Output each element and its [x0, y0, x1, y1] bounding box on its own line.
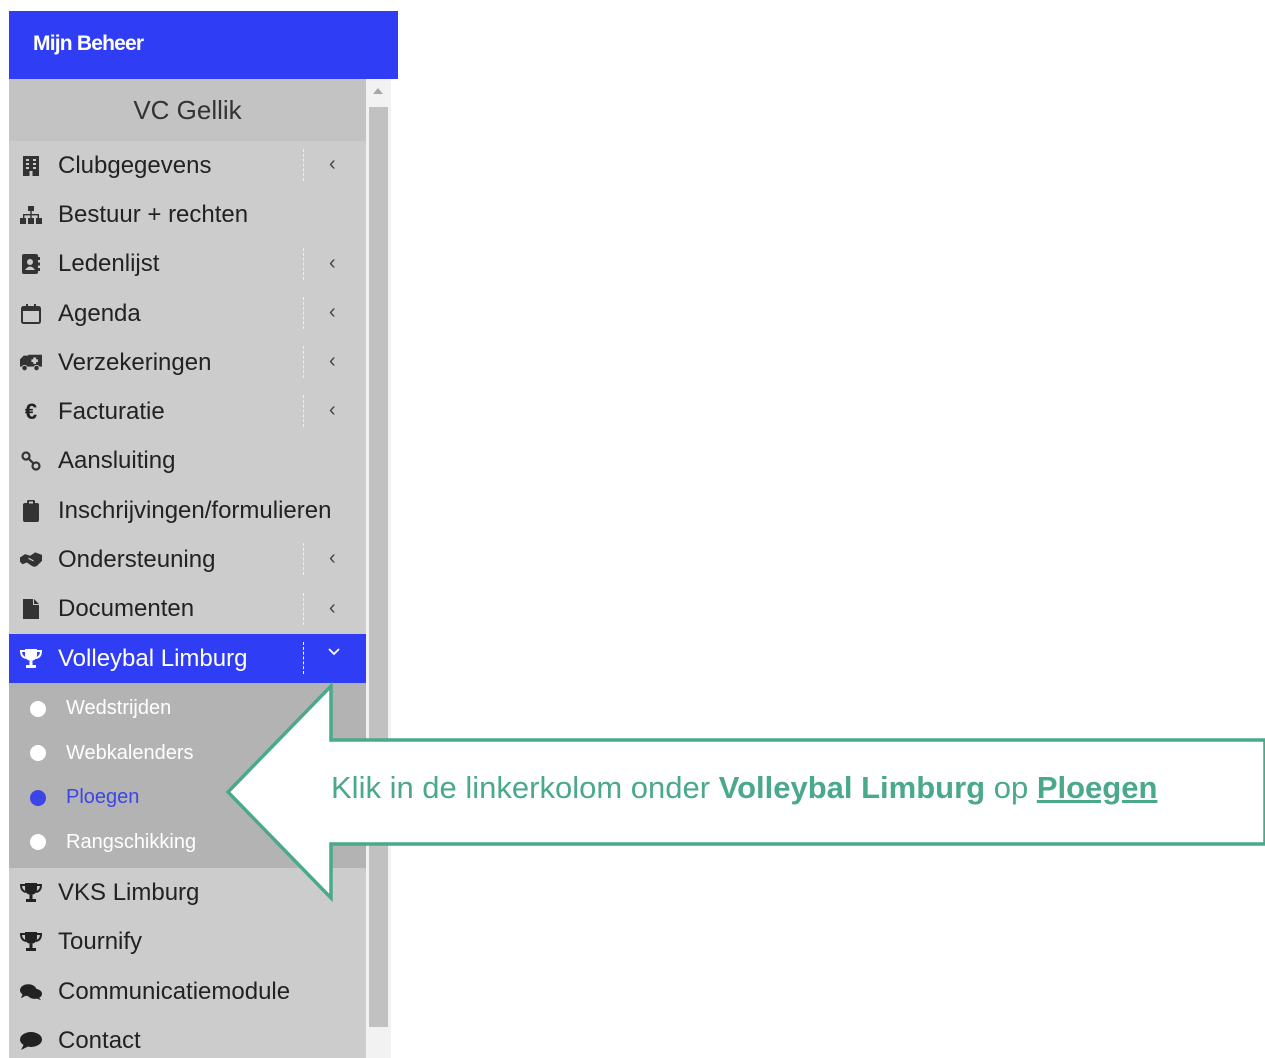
chevron-left-icon[interactable]: ‹: [329, 547, 336, 570]
sidebar-item-label: Facturatie: [58, 398, 165, 426]
divider: [303, 543, 304, 576]
app-title: Mijn Beheer: [33, 32, 144, 55]
percent-link-icon: [20, 450, 42, 472]
submenu-item-webkalenders[interactable]: Webkalenders: [9, 731, 366, 776]
sidebar-item-facturatie[interactable]: € Facturatie ‹: [9, 387, 366, 436]
scrollbar-thumb[interactable]: [369, 107, 388, 1027]
chevron-left-icon[interactable]: ‹: [329, 153, 336, 176]
sidebar-item-volleybal-limburg[interactable]: Volleybal Limburg: [9, 633, 366, 684]
sidebar-item-label: Ondersteuning: [58, 546, 216, 574]
sidebar-item-label: Ledenlijst: [58, 250, 160, 278]
callout-text-before: Klik in de linkerkolom onder: [331, 770, 719, 805]
building-icon: [20, 155, 42, 177]
sidebar-item-contact[interactable]: Contact: [9, 1016, 366, 1058]
submenu-volleybal-limburg: Wedstrijden Webkalenders Ploegen Rangsch…: [9, 683, 366, 869]
address-book-icon: [20, 253, 42, 275]
sidebar-item-label: Aansluiting: [58, 447, 176, 475]
sidebar-item-tournify[interactable]: Tournify: [9, 918, 366, 967]
chevron-down-icon[interactable]: [327, 644, 341, 658]
chevron-left-icon[interactable]: ‹: [329, 399, 336, 422]
divider: [303, 592, 304, 625]
chevron-left-icon[interactable]: ‹: [329, 597, 336, 620]
sidebar-item-label: Contact: [58, 1026, 141, 1054]
divider: [303, 346, 304, 379]
callout-link-text: Ploegen: [1036, 770, 1158, 805]
circle-icon: [30, 834, 46, 851]
comment-icon: [20, 1030, 42, 1052]
sidebar-item-vks-limburg[interactable]: VKS Limburg: [9, 868, 366, 917]
chevron-left-icon[interactable]: ‹: [329, 252, 336, 275]
callout-instruction: Klik in de linkerkolom onder Volleybal L…: [331, 770, 1157, 806]
sidebar-item-label: Documenten: [58, 595, 195, 623]
submenu-item-label: Ploegen: [66, 786, 140, 809]
submenu-item-label: Wedstrijden: [66, 697, 172, 720]
calendar-icon: [20, 303, 42, 325]
circle-icon: [30, 700, 46, 717]
sitemap-icon: [20, 204, 42, 226]
handshake-icon: [20, 549, 42, 571]
sidebar-item-clubgegevens[interactable]: Clubgegevens ‹: [9, 141, 366, 190]
sidebar-item-label: Agenda: [58, 299, 141, 327]
ambulance-icon: [20, 352, 42, 374]
sidebar-item-label: Tournify: [58, 928, 143, 956]
submenu-item-label: Webkalenders: [66, 741, 194, 764]
sidebar-item-label: Communicatiemodule: [58, 977, 291, 1005]
sidebar-item-inschrijvingen[interactable]: Inschrijvingen/formulieren: [9, 486, 366, 535]
sidebar-item-bestuur[interactable]: Bestuur + rechten: [9, 190, 366, 239]
submenu-item-rangschikking[interactable]: Rangschikking: [9, 820, 366, 865]
trophy-icon: [20, 931, 42, 953]
sidebar-item-label: Verzekeringen: [58, 348, 212, 376]
comments-icon: [20, 981, 42, 1003]
sidebar: VC Gellik Clubgegevens ‹ Bestuur + recht…: [9, 79, 366, 1058]
sidebar-item-label: Inschrijvingen/formulieren: [58, 496, 332, 524]
callout-bold-text: Volleybal Limburg: [718, 770, 986, 805]
submenu-item-ploegen[interactable]: Ploegen: [9, 775, 366, 820]
clipboard-icon: [20, 499, 42, 522]
submenu-item-label: Rangschikking: [66, 830, 197, 853]
sidebar-item-ledenlijst[interactable]: Ledenlijst ‹: [9, 240, 366, 289]
sidebar-item-label: VKS Limburg: [58, 878, 200, 906]
trophy-icon: [20, 648, 42, 670]
file-icon: [20, 598, 42, 620]
divider: [303, 641, 304, 674]
scroll-up-arrow-icon[interactable]: [373, 88, 383, 94]
club-name: VC Gellik: [9, 79, 366, 141]
sidebar-item-label: Bestuur + rechten: [58, 200, 249, 228]
sidebar-item-aansluiting[interactable]: Aansluiting: [9, 437, 366, 486]
divider: [303, 296, 304, 329]
circle-icon: [30, 789, 46, 806]
sidebar-scrollbar[interactable]: [366, 79, 391, 1058]
chevron-left-icon[interactable]: ‹: [329, 301, 336, 324]
divider: [303, 395, 304, 428]
chevron-left-icon[interactable]: ‹: [329, 350, 336, 373]
callout-text-middle: op: [985, 770, 1037, 805]
circle-icon: [30, 745, 46, 762]
sidebar-item-label: Volleybal Limburg: [58, 644, 248, 672]
trophy-icon: [20, 882, 42, 904]
submenu-item-wedstrijden[interactable]: Wedstrijden: [9, 686, 366, 731]
sidebar-item-verzekeringen[interactable]: Verzekeringen ‹: [9, 338, 366, 387]
divider: [303, 149, 304, 181]
sidebar-item-agenda[interactable]: Agenda ‹: [9, 289, 366, 338]
divider: [303, 247, 304, 280]
sidebar-item-documenten[interactable]: Documenten ‹: [9, 585, 366, 634]
sidebar-item-label: Clubgegevens: [58, 151, 212, 179]
sidebar-item-communicatiemodule[interactable]: Communicatiemodule: [9, 967, 366, 1016]
app-header: Mijn Beheer: [9, 11, 398, 79]
euro-icon: €: [24, 399, 38, 425]
sidebar-item-ondersteuning[interactable]: Ondersteuning ‹: [9, 535, 366, 584]
